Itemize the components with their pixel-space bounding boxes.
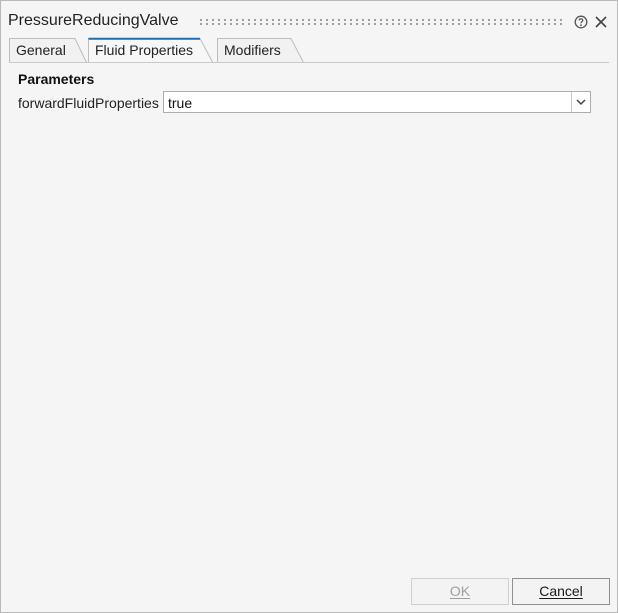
dialog-window: PressureReducingValve General Modifiers … [0,0,618,613]
title-bar[interactable]: PressureReducingValve [1,1,617,37]
tab-bar: General Modifiers Fluid Properties [9,37,617,64]
tab-general[interactable]: General [9,38,87,63]
close-icon[interactable] [594,15,608,29]
chevron-down-icon[interactable] [571,92,590,112]
tab-modifiers[interactable]: Modifiers [217,38,304,63]
tab-fluid-properties-label: Fluid Properties [95,42,194,58]
select-value: true [168,95,193,111]
ok-button[interactable]: OK [411,578,509,605]
cancel-button-label: Cancel [539,583,583,599]
forward-fluid-properties-select[interactable]: true [163,91,591,113]
cancel-button[interactable]: Cancel [512,578,610,605]
help-icon[interactable] [574,15,588,29]
tab-modifiers-label: Modifiers [224,42,281,58]
window-title: PressureReducingValve [8,12,179,29]
drag-grip[interactable] [198,18,566,26]
parameters-heading: Parameters [18,71,95,87]
tab-general-label: General [16,42,66,58]
ok-button-label: OK [449,583,471,599]
tab-divider [9,62,609,63]
forward-fluid-properties-label: forwardFluidProperties [18,95,159,111]
tab-fluid-properties[interactable]: Fluid Properties [88,37,216,64]
